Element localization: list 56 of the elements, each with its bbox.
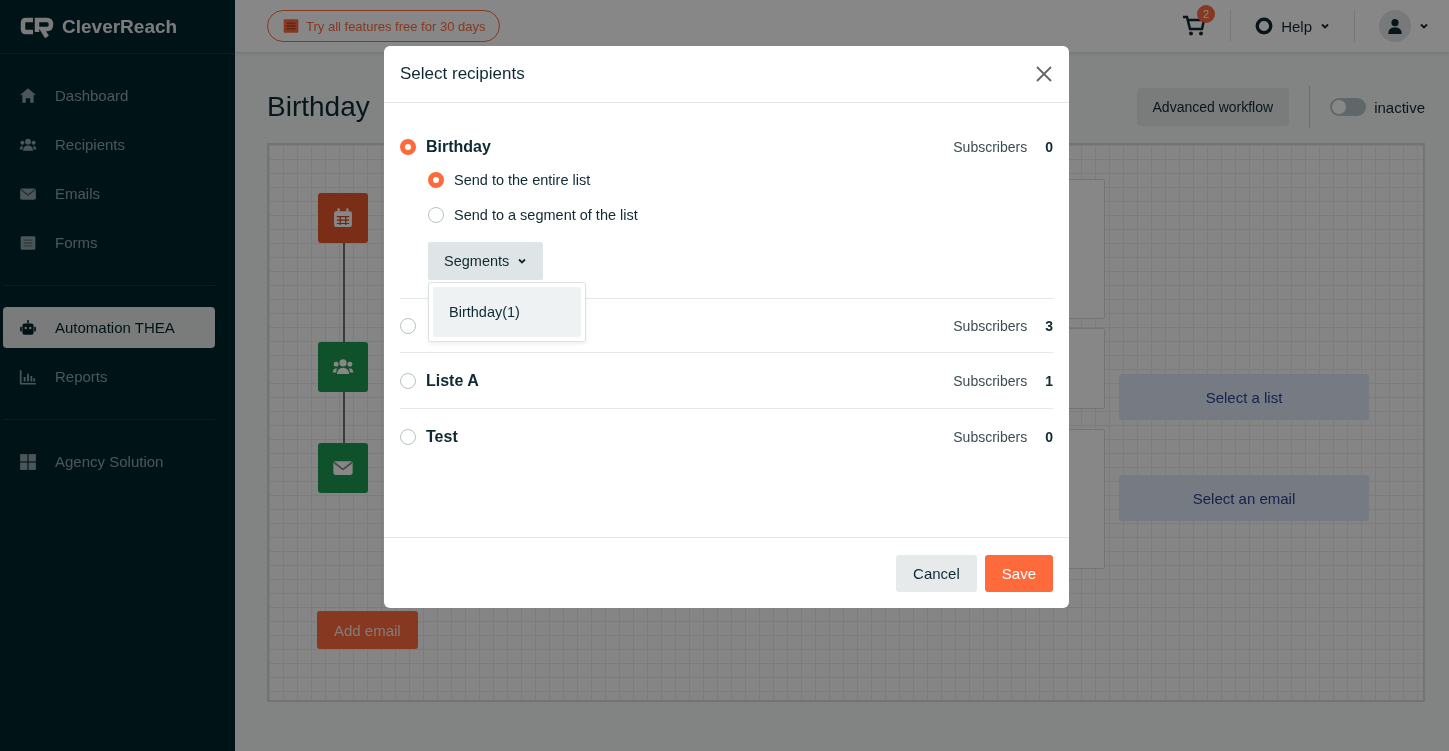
send-option-radio[interactable] [428,207,444,223]
subscriber-count: 1 [1045,373,1053,389]
list-radio[interactable] [400,139,416,155]
sidebar-item[interactable]: Forms [3,222,215,263]
bar-chart-icon [19,367,37,386]
list-name: Birthday [426,138,491,156]
subscribers-label: Subscribers [953,373,1028,389]
segment-option[interactable]: Birthday(1) [433,287,581,337]
list-radio[interactable] [400,373,416,389]
segments-dropdown[interactable]: Segments [428,242,544,280]
subscribers-label: Subscribers [953,139,1028,155]
sidebar-item[interactable]: Recipients [3,124,215,165]
sidebar-item[interactable]: Dashboard [3,75,215,116]
brand-name: CleverReach [62,15,178,38]
status-toggle[interactable] [1330,98,1367,116]
list-radio[interactable] [400,318,416,334]
subscriber-count: 0 [1045,429,1053,445]
advanced-workflow-button[interactable]: Advanced workflow [1136,88,1290,126]
close-icon[interactable] [1035,65,1053,83]
send-option-label[interactable]: Send to the entire list [454,172,591,188]
robot-icon [19,318,37,337]
subscriber-count: 0 [1045,139,1053,155]
chevron-down-icon [1419,21,1429,31]
user-avatar[interactable] [1379,10,1411,42]
cancel-button[interactable]: Cancel [896,554,977,592]
dialog-title: Select recipients [400,64,525,84]
select-list-button[interactable]: Select a list [1119,374,1369,420]
add-email-button[interactable]: Add email [317,611,418,649]
list-name: Test [426,428,458,446]
send-option-label[interactable]: Send to a segment of the list [454,207,638,223]
list-name: Liste A [426,372,479,390]
home-icon [19,86,37,105]
lifebuoy-icon [1255,17,1274,35]
sidebar-item[interactable]: Agency Solution [3,441,215,482]
list-radio[interactable] [400,429,416,445]
select-email-button[interactable]: Select an email [1119,475,1369,521]
chevron-down-icon [1320,21,1330,31]
workflow-node[interactable] [318,342,368,392]
save-button[interactable]: Save [984,554,1053,592]
help-menu[interactable]: Help [1255,17,1330,35]
subscriber-count: 3 [1045,318,1053,334]
subscribers-label: Subscribers [953,429,1028,445]
workflow-node[interactable] [318,443,368,493]
toggle-label: inactive [1374,98,1425,116]
sidebar-item[interactable]: Automation THEA [3,307,215,348]
cart-count-badge: 2 [1197,5,1216,23]
workflow-node[interactable] [318,193,368,243]
list-icon [19,233,37,252]
calendar-icon [332,207,354,229]
page-title: Birthday [267,91,370,123]
chevron-down-icon [517,256,528,266]
sidebar-item[interactable]: Reports [3,356,215,397]
subscribers-label: Subscribers [953,318,1028,334]
grid-icon [19,452,37,471]
send-option-radio[interactable] [428,172,444,188]
sidebar-item[interactable]: Emails [3,173,215,214]
